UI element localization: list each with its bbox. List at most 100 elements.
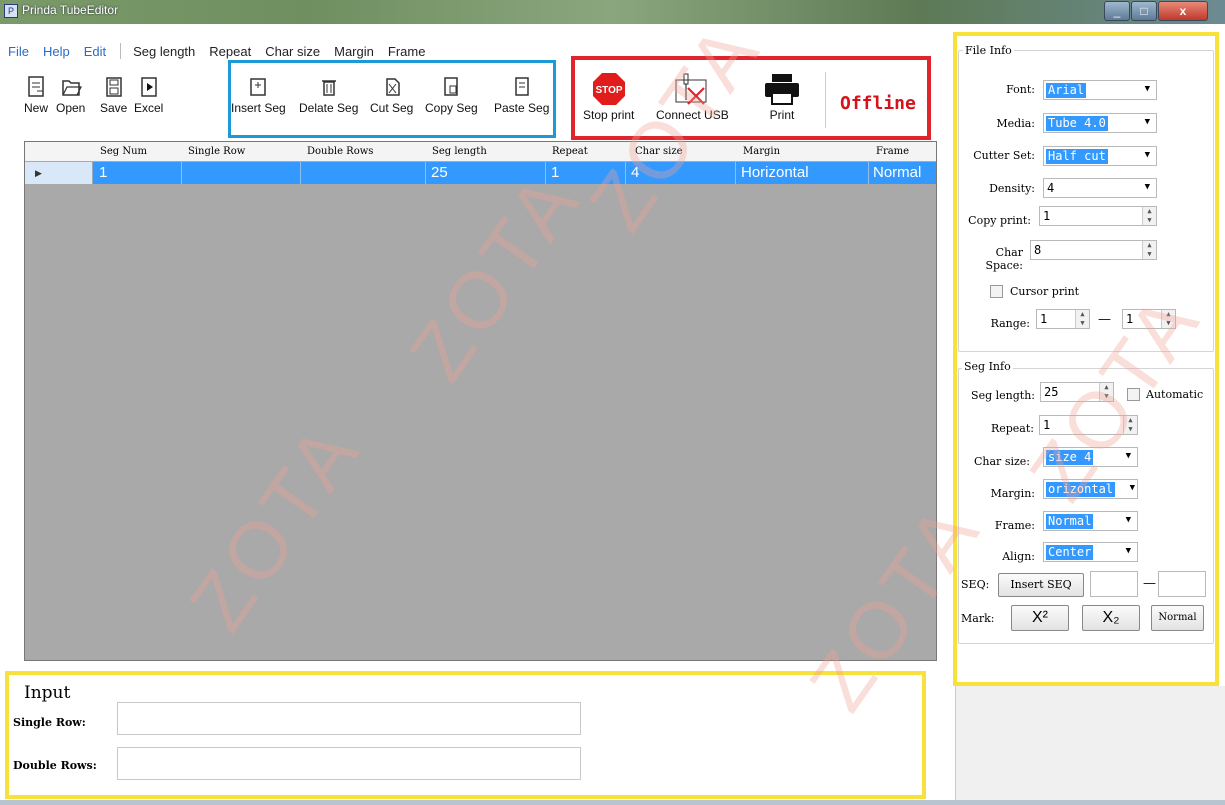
col-frame[interactable]: Frame: [876, 146, 909, 157]
automatic-checkbox[interactable]: [1127, 388, 1140, 401]
cell-seg-length[interactable]: 25: [431, 164, 448, 181]
input-title: Input: [24, 683, 71, 703]
double-rows-input[interactable]: [117, 747, 581, 780]
dropdown-arrow-icon: ▼: [1144, 182, 1150, 192]
cell-repeat[interactable]: 1: [551, 164, 559, 181]
char-size-value: size 4: [1046, 450, 1094, 465]
cell-margin[interactable]: Horizontal: [741, 164, 809, 181]
dropdown-arrow-icon: ▼: [1125, 515, 1131, 525]
title-bar: P Prinda TubeEditor _ □ x: [0, 0, 1225, 24]
normal-mark-button[interactable]: Normal: [1151, 605, 1204, 631]
menu-edit[interactable]: Edit: [84, 44, 106, 59]
excel-button[interactable]: Excel: [134, 75, 163, 115]
repeat-label: Repeat:: [990, 422, 1034, 435]
spinner-arrows-icon[interactable]: ▲ ▼: [1075, 310, 1089, 328]
spinner-arrows-icon[interactable]: ▲ ▼: [1123, 416, 1137, 434]
col-seg-num[interactable]: Seg Num: [100, 146, 147, 157]
cell-divider: [181, 162, 182, 184]
cursor-print-checkbox[interactable]: [990, 285, 1003, 298]
density-select[interactable]: 4 ▼: [1043, 178, 1157, 198]
maximize-button[interactable]: □: [1131, 1, 1157, 21]
close-button[interactable]: x: [1158, 1, 1208, 21]
seg-info-title: Seg Info: [962, 360, 1013, 373]
col-double-rows[interactable]: Double Rows: [307, 146, 373, 157]
spinner-arrows-icon[interactable]: ▲ ▼: [1161, 310, 1175, 328]
menu-help[interactable]: Help: [43, 44, 70, 59]
copy-print-spinner[interactable]: 1 ▲ ▼: [1039, 206, 1157, 226]
seq-dash: —: [1143, 576, 1156, 591]
row-selector-icon[interactable]: ▶: [25, 162, 93, 184]
menu-char-size[interactable]: Char size: [265, 44, 320, 59]
insert-seq-button[interactable]: Insert SEQ: [998, 573, 1084, 597]
margin-select[interactable]: orizontal ▼: [1043, 479, 1138, 499]
cutter-value: Half cut: [1046, 149, 1108, 164]
align-select[interactable]: Center ▼: [1043, 542, 1138, 562]
seq-label: SEQ:: [961, 578, 990, 591]
range-to-spinner[interactable]: 1 ▲ ▼: [1122, 309, 1176, 329]
margin-value: orizontal: [1046, 482, 1116, 497]
char-space-value: 8: [1034, 243, 1042, 257]
menu-file[interactable]: File: [8, 44, 29, 59]
spinner-arrows-icon[interactable]: ▲ ▼: [1142, 207, 1156, 225]
table-row[interactable]: ▶ 1 25 1 4 Horizontal Normal: [25, 162, 936, 184]
new-label: New: [24, 101, 49, 115]
col-margin[interactable]: Margin: [743, 146, 780, 157]
mark-label: Mark:: [961, 612, 995, 625]
dropdown-arrow-icon: ▼: [1129, 483, 1135, 493]
single-row-label: Single Row:: [13, 716, 86, 729]
col-seg-length[interactable]: Seg length: [432, 146, 487, 157]
dropdown-arrow-icon: ▼: [1144, 117, 1150, 127]
media-select[interactable]: Tube 4.0 ▼: [1043, 113, 1157, 133]
menu-margin[interactable]: Margin: [334, 44, 374, 59]
margin-label: Margin:: [990, 487, 1035, 500]
cell-divider: [300, 162, 301, 184]
minimize-button[interactable]: _: [1104, 1, 1130, 21]
menu-repeat[interactable]: Repeat: [209, 44, 251, 59]
cell-divider: [425, 162, 426, 184]
single-row-input[interactable]: [117, 702, 581, 735]
seg-length-spinner[interactable]: 25 ▲ ▼: [1040, 382, 1114, 402]
range-label: Range:: [990, 317, 1030, 330]
font-select[interactable]: Arial ▼: [1043, 80, 1157, 100]
cell-char-size[interactable]: 4: [631, 164, 639, 181]
segment-grid[interactable]: Seg Num Single Row Double Rows Seg lengt…: [24, 141, 937, 661]
copy-print-value: 1: [1043, 209, 1051, 223]
range-from-spinner[interactable]: 1 ▲ ▼: [1036, 309, 1090, 329]
cell-divider: [868, 162, 869, 184]
seq-to-input[interactable]: [1158, 571, 1206, 597]
col-repeat[interactable]: Repeat: [552, 146, 588, 157]
cell-divider: [545, 162, 546, 184]
new-button[interactable]: New: [24, 75, 48, 115]
grid-header: Seg Num Single Row Double Rows Seg lengt…: [25, 142, 936, 162]
repeat-spinner[interactable]: 1 ▲ ▼: [1039, 415, 1138, 435]
dropdown-arrow-icon: ▼: [1144, 84, 1150, 94]
cell-frame[interactable]: Normal: [873, 164, 921, 181]
spinner-arrows-icon[interactable]: ▲ ▼: [1099, 383, 1113, 401]
cell-divider: [735, 162, 736, 184]
menu-seg-length[interactable]: Seg length: [133, 44, 195, 59]
char-space-spinner[interactable]: 8 ▲ ▼: [1030, 240, 1157, 260]
save-label: Save: [100, 101, 128, 115]
density-label: Density:: [989, 182, 1035, 195]
media-value: Tube 4.0: [1046, 116, 1108, 131]
save-button[interactable]: Save: [100, 75, 127, 115]
segment-toolbar-highlight: [228, 60, 556, 138]
subscript-button[interactable]: X₂: [1082, 605, 1140, 631]
cell-seg-num[interactable]: 1: [99, 164, 107, 181]
window-title: Prinda TubeEditor: [22, 3, 119, 17]
menu-frame[interactable]: Frame: [388, 44, 426, 59]
align-value: Center: [1046, 545, 1094, 560]
col-char-size[interactable]: Char size: [635, 146, 683, 157]
open-button[interactable]: Open: [56, 75, 85, 115]
align-label: Align:: [1002, 550, 1035, 563]
spinner-arrows-icon[interactable]: ▲ ▼: [1142, 241, 1156, 259]
char-size-select[interactable]: size 4 ▼: [1043, 447, 1138, 467]
char-size-label: Char size:: [974, 455, 1030, 468]
superscript-button[interactable]: X²: [1011, 605, 1069, 631]
excel-import-icon: [140, 77, 157, 97]
seq-from-input[interactable]: [1090, 571, 1138, 597]
col-single-row[interactable]: Single Row: [188, 146, 245, 157]
frame-select[interactable]: Normal ▼: [1043, 511, 1138, 531]
cutter-select[interactable]: Half cut ▼: [1043, 146, 1157, 166]
excel-label: Excel: [134, 101, 164, 115]
